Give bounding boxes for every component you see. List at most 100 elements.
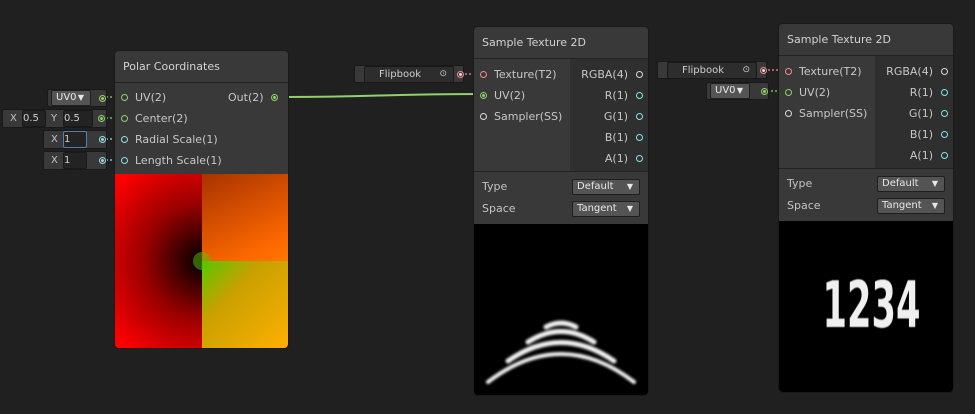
output-label: G(1) <box>908 107 933 120</box>
space-value: Tangent <box>577 203 617 214</box>
radial-scale-field[interactable]: X 1 <box>43 130 107 149</box>
port-connector-icon[interactable] <box>99 95 106 102</box>
type-value: Default <box>882 178 919 189</box>
polar-preview <box>115 174 288 348</box>
port-icon[interactable] <box>636 113 643 120</box>
sample-texture-2d-node[interactable]: Sample Texture 2D Texture(T2) UV(2) Samp… <box>474 27 648 395</box>
digit-3: 3 <box>871 269 897 343</box>
output-b[interactable]: B(1) <box>570 127 648 148</box>
output-ports: RGBA(4) R(1) G(1) B(1) A(1) <box>875 56 953 168</box>
flipbook-texture-pill[interactable]: Flipbook ⊙ <box>354 65 464 83</box>
chevron-down-icon: ▼ <box>931 201 938 210</box>
settings-section: Type Default ▼ Space Tangent ▼ <box>474 171 648 224</box>
port-connector-icon[interactable] <box>99 157 106 164</box>
space-dropdown[interactable]: Tangent ▼ <box>877 198 945 214</box>
input-label: Radial Scale(1) <box>135 133 218 146</box>
object-picker-icon[interactable]: ⊙ <box>742 63 750 78</box>
output-label: G(1) <box>603 110 628 123</box>
port-icon[interactable] <box>785 110 792 117</box>
uv-label: UV0 <box>715 85 736 96</box>
port-icon[interactable] <box>785 68 792 75</box>
port-icon[interactable] <box>785 89 792 96</box>
input-label: Length Scale(1) <box>135 154 222 167</box>
output-ports: RGBA(4) R(1) G(1) B(1) A(1) <box>570 59 648 171</box>
output-g[interactable]: G(1) <box>875 103 953 124</box>
digit-4: 4 <box>896 269 921 343</box>
port-icon[interactable] <box>636 155 643 162</box>
center-x-input[interactable]: 0.5 <box>22 110 46 127</box>
flipbook-texture-pill-2[interactable]: Flipbook ⊙ <box>657 61 767 79</box>
object-picker-icon[interactable]: ⊙ <box>439 67 447 82</box>
output-out[interactable]: Out(2) <box>228 87 283 108</box>
port-icon[interactable] <box>480 71 487 78</box>
texture-object-field[interactable]: Flipbook ⊙ <box>364 66 454 83</box>
output-rgba[interactable]: RGBA(4) <box>570 64 648 85</box>
uv-dropdown[interactable]: UV0 ▼ <box>51 90 91 106</box>
port-icon[interactable] <box>121 94 128 101</box>
output-b[interactable]: B(1) <box>875 124 953 145</box>
node-title: Sample Texture 2D <box>779 24 953 56</box>
port-connector-icon[interactable] <box>761 88 768 95</box>
output-r[interactable]: R(1) <box>875 82 953 103</box>
chevron-down-icon: ▼ <box>77 93 84 102</box>
port-section: UV(2) Center(2) Radial Scale(1) Length S… <box>115 83 288 174</box>
type-dropdown[interactable]: Default ▼ <box>877 176 945 192</box>
output-a[interactable]: A(1) <box>875 145 953 166</box>
output-g[interactable]: G(1) <box>570 106 648 127</box>
polar-coordinates-node[interactable]: Polar Coordinates UV(2) Center(2) Radial… <box>115 51 288 348</box>
input-label: Sampler(SS) <box>494 110 563 123</box>
chevron-down-icon: ▼ <box>626 204 633 213</box>
chevron-down-icon: ▼ <box>626 182 633 191</box>
length-scale-input[interactable]: 1 <box>63 152 87 169</box>
radial-scale-input[interactable]: 1 <box>63 131 87 148</box>
port-icon[interactable] <box>121 136 128 143</box>
port-icon[interactable] <box>121 157 128 164</box>
output-a[interactable]: A(1) <box>570 148 648 169</box>
space-label: Space <box>787 199 821 212</box>
input-label: Sampler(SS) <box>799 107 868 120</box>
port-icon[interactable] <box>480 92 487 99</box>
uv0-pill-2[interactable]: UV0 ▼ <box>706 82 769 100</box>
output-r[interactable]: R(1) <box>570 85 648 106</box>
texture-object-field[interactable]: Flipbook ⊙ <box>667 62 757 79</box>
type-value: Default <box>577 181 614 192</box>
port-icon[interactable] <box>636 134 643 141</box>
port-icon[interactable] <box>941 89 948 96</box>
port-icon[interactable] <box>941 110 948 117</box>
port-icon[interactable] <box>271 94 278 101</box>
port-connector-icon[interactable] <box>760 67 767 74</box>
input-label: Texture(T2) <box>494 68 557 81</box>
uv0-pill[interactable]: UV0 ▼ <box>47 89 107 107</box>
type-dropdown[interactable]: Default ▼ <box>572 179 640 195</box>
x-label: X <box>51 134 58 145</box>
port-connector-icon[interactable] <box>98 115 105 122</box>
port-icon[interactable] <box>480 113 487 120</box>
output-label: R(1) <box>604 89 628 102</box>
wire-polar-to-uv[interactable] <box>282 93 485 98</box>
port-icon[interactable] <box>941 131 948 138</box>
output-ports: Out(2) <box>225 83 288 174</box>
sample-texture-2d-node-2[interactable]: Sample Texture 2D Texture(T2) UV(2) Samp… <box>779 24 953 392</box>
output-rgba[interactable]: RGBA(4) <box>875 61 953 82</box>
uv-dropdown[interactable]: UV0 ▼ <box>710 83 750 99</box>
length-scale-field[interactable]: X 1 <box>43 151 107 170</box>
space-dropdown[interactable]: Tangent ▼ <box>572 201 640 217</box>
output-label: R(1) <box>909 86 933 99</box>
node-title: Polar Coordinates <box>115 51 288 83</box>
type-label: Type <box>787 177 813 190</box>
port-icon[interactable] <box>636 71 643 78</box>
center-vector-field[interactable]: X 0.5 Y 0.5 <box>2 109 107 128</box>
input-label: Texture(T2) <box>799 65 862 78</box>
input-label: UV(2) <box>494 89 526 102</box>
output-label: B(1) <box>909 128 933 141</box>
chevron-down-icon: ▼ <box>931 179 938 188</box>
digit-1: 1 <box>822 269 848 343</box>
port-icon[interactable] <box>941 68 948 75</box>
port-icon[interactable] <box>121 115 128 122</box>
port-icon[interactable] <box>636 92 643 99</box>
type-label: Type <box>482 180 508 193</box>
port-icon[interactable] <box>941 152 948 159</box>
port-connector-icon[interactable] <box>457 71 464 78</box>
center-y-input[interactable]: 0.5 <box>63 110 93 127</box>
port-connector-icon[interactable] <box>99 136 106 143</box>
